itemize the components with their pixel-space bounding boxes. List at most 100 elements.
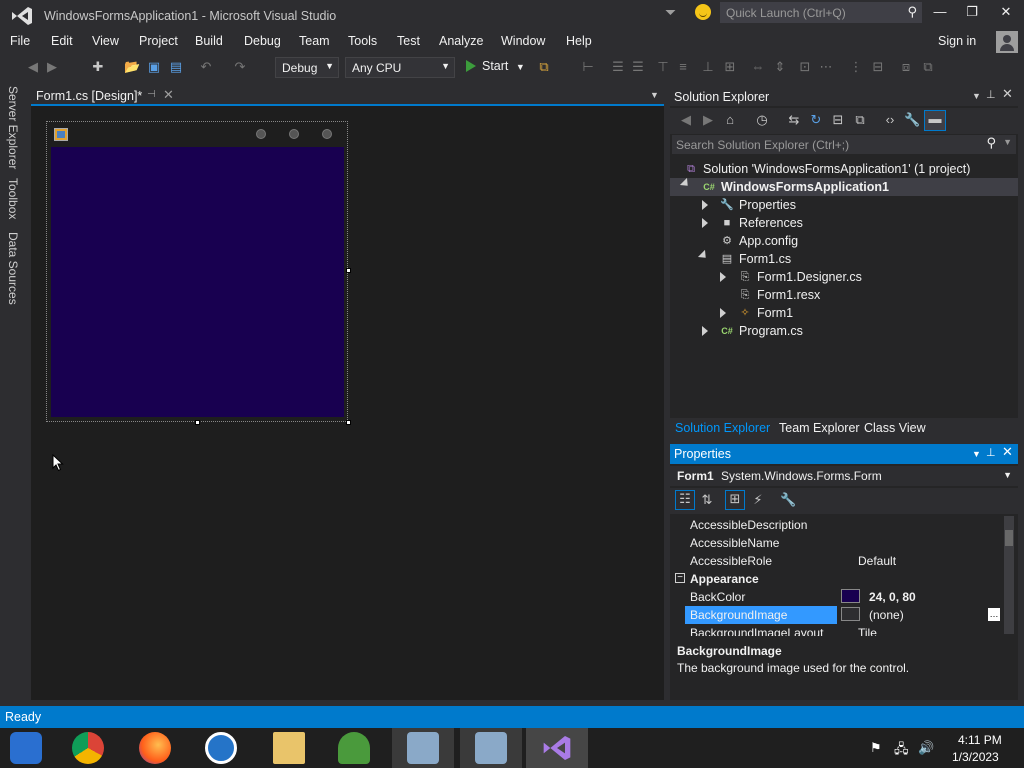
menu-edit[interactable]: Edit: [51, 34, 73, 48]
network-icon[interactable]: 🖧: [894, 740, 909, 762]
bring-to-front-icon[interactable]: ⧈: [898, 59, 914, 75]
collapsed-arrow-icon[interactable]: [702, 218, 710, 228]
taskbar-installer-2[interactable]: [460, 728, 522, 768]
menu-view[interactable]: View: [92, 34, 119, 48]
menu-window[interactable]: Window: [501, 34, 545, 48]
center-horizontally-icon[interactable]: ⊟: [870, 59, 886, 75]
menu-help[interactable]: Help: [566, 34, 592, 48]
properties-view-icon[interactable]: ⊞: [725, 490, 745, 510]
tree-item-form1-cs[interactable]: ▤ Form1.cs: [670, 249, 1018, 268]
menu-analyze[interactable]: Analyze: [439, 34, 483, 48]
menu-debug[interactable]: Debug: [244, 34, 281, 48]
categorized-icon[interactable]: ☷: [675, 490, 695, 510]
collapse-category-icon[interactable]: −: [675, 573, 685, 583]
close-icon[interactable]: ✕: [1002, 86, 1013, 102]
taskbar-app-circle[interactable]: [190, 728, 252, 768]
window-position-dropdown-icon[interactable]: ▼: [972, 91, 981, 101]
form-title-bar[interactable]: [48, 123, 346, 147]
property-value[interactable]: (none): [869, 608, 904, 622]
property-value[interactable]: Tile: [858, 626, 877, 636]
search-icon[interactable]: ⚲: [986, 135, 996, 151]
close-icon[interactable]: ✕: [163, 87, 174, 103]
tab-data-sources[interactable]: Data Sources: [6, 232, 20, 305]
minimize-button[interactable]: —: [924, 4, 956, 24]
action-center-flag-icon[interactable]: ⚑: [870, 740, 882, 756]
quick-launch-input[interactable]: Quick Launch (Ctrl+Q) ⚲: [720, 2, 922, 23]
save-icon[interactable]: ▣: [146, 59, 162, 75]
volume-icon[interactable]: 🔊: [918, 740, 934, 756]
vertical-spacing-icon[interactable]: ⋮: [848, 59, 864, 75]
scrollbar-thumb[interactable]: [1005, 530, 1013, 546]
undo-icon[interactable]: ↶: [198, 59, 214, 75]
navigate-back-icon[interactable]: ◀: [25, 59, 41, 75]
taskbar-firefox[interactable]: [124, 728, 186, 768]
menu-file[interactable]: File: [10, 34, 30, 48]
alphabetical-icon[interactable]: ⇅: [699, 492, 715, 508]
refresh-icon[interactable]: ↻: [808, 112, 824, 128]
horizontal-spacing-icon[interactable]: ⋯: [818, 59, 834, 75]
tree-item-app-config[interactable]: ⚙ App.config: [670, 232, 1018, 250]
tab-toolbox[interactable]: Toolbox: [6, 178, 20, 219]
start-debugging-button[interactable]: Start ▼: [462, 56, 529, 76]
clock-time[interactable]: 4:11 PM: [958, 733, 1002, 747]
pin-icon[interactable]: ⊣: [147, 89, 156, 100]
forward-icon[interactable]: ▶: [700, 112, 716, 128]
property-row-backcolor[interactable]: BackColor 24, 0, 80: [685, 588, 1002, 606]
resize-handle-corner[interactable]: [346, 420, 351, 425]
expanded-arrow-icon[interactable]: [697, 249, 713, 265]
properties-scrollbar[interactable]: [1004, 516, 1014, 634]
find-in-files-icon[interactable]: ⧉: [536, 59, 552, 75]
events-lightning-icon[interactable]: ⚡: [750, 492, 766, 508]
tree-item-references[interactable]: ■ References: [670, 214, 1018, 232]
align-lefts-icon[interactable]: ⊢: [580, 59, 596, 75]
sync-with-document-icon[interactable]: ⇆: [786, 112, 802, 128]
solution-platform-select[interactable]: Any CPU ▼: [345, 57, 455, 78]
property-value[interactable]: 24, 0, 80: [869, 590, 916, 604]
align-tops-icon[interactable]: ⊤: [655, 59, 671, 75]
make-same-width-icon[interactable]: ⇔: [750, 59, 766, 75]
tab-solution-explorer[interactable]: Solution Explorer: [675, 421, 770, 435]
menu-project[interactable]: Project: [139, 34, 178, 48]
account-avatar[interactable]: [996, 31, 1018, 53]
preview-selected-items-icon[interactable]: ▬: [924, 110, 946, 131]
taskbar-file-explorer[interactable]: [258, 728, 320, 768]
navigate-forward-icon[interactable]: ▶: [44, 59, 60, 75]
expanded-arrow-icon[interactable]: [679, 177, 695, 193]
property-row-accessibledescription[interactable]: AccessibleDescription: [685, 516, 1002, 534]
property-category-appearance[interactable]: − Appearance: [673, 570, 990, 588]
close-icon[interactable]: ✕: [1002, 444, 1013, 460]
auto-hide-pin-icon[interactable]: ⊥: [986, 88, 996, 101]
properties-object-selector[interactable]: Form1 System.Windows.Forms.Form ▼: [670, 466, 1018, 486]
tab-class-view[interactable]: Class View: [864, 421, 926, 435]
collapsed-arrow-icon[interactable]: [702, 200, 710, 210]
search-icon[interactable]: ⚲: [907, 4, 917, 20]
form1-client-area[interactable]: [51, 147, 344, 417]
search-options-dropdown-icon[interactable]: ▼: [1003, 137, 1012, 147]
menu-tools[interactable]: Tools: [348, 34, 377, 48]
save-all-icon[interactable]: ▤: [168, 59, 184, 75]
property-pages-wrench-icon[interactable]: 🔧: [780, 492, 796, 508]
pending-changes-filter-icon[interactable]: ◷: [754, 112, 770, 128]
taskbar-media-center[interactable]: [0, 728, 62, 768]
new-project-icon[interactable]: ✚: [90, 59, 106, 75]
property-row-accessiblename[interactable]: AccessibleName: [685, 534, 1002, 552]
open-file-icon[interactable]: 📂: [124, 59, 140, 75]
taskbar-installer-1[interactable]: [392, 728, 454, 768]
tree-item-form1-designer[interactable]: ⎘ Form1.Designer.cs: [670, 268, 1018, 286]
send-to-back-icon[interactable]: ⧉: [920, 59, 936, 75]
menu-test[interactable]: Test: [397, 34, 420, 48]
auto-hide-pin-icon[interactable]: ⊥: [986, 446, 996, 459]
resize-handle-bottom[interactable]: [195, 420, 200, 425]
show-all-files-icon[interactable]: ⧉: [852, 112, 868, 128]
collapsed-arrow-icon[interactable]: [720, 308, 728, 318]
tree-item-program-cs[interactable]: C# Program.cs: [670, 322, 1018, 340]
redo-icon[interactable]: ↷: [232, 59, 248, 75]
solution-explorer-search-input[interactable]: Search Solution Explorer (Ctrl+;) ⚲ ▼: [672, 135, 1016, 154]
tab-team-explorer[interactable]: Team Explorer: [779, 421, 860, 435]
menu-build[interactable]: Build: [195, 34, 223, 48]
taskbar-network-app[interactable]: [323, 728, 385, 768]
sign-in-link[interactable]: Sign in: [938, 34, 976, 48]
align-bottoms-icon[interactable]: ⊥: [700, 59, 716, 75]
align-to-grid-icon[interactable]: ⊞: [722, 59, 738, 75]
tab-server-explorer[interactable]: Server Explorer: [6, 86, 20, 169]
